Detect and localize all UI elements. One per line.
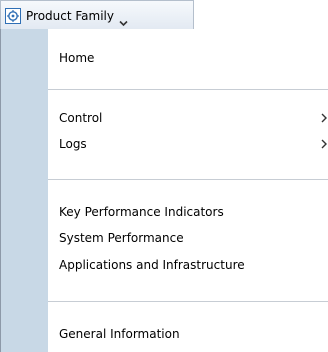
menu-item-label: System Performance xyxy=(59,231,184,245)
menu-item-label: Home xyxy=(59,51,95,65)
target-icon xyxy=(5,7,21,24)
menu-separator xyxy=(48,89,328,90)
menu-header-button[interactable]: Product Family xyxy=(0,0,194,30)
menu-item-label: Logs xyxy=(59,137,87,151)
menu-gutter xyxy=(1,29,48,352)
menu-item-system-performance[interactable]: System Performance xyxy=(48,225,328,251)
product-family-menu: Product Family Home Control Logs Key Per… xyxy=(0,0,328,352)
menu-item-applications-and-infrastructure[interactable]: Applications and Infrastructure xyxy=(48,252,328,278)
menu-item-logs[interactable]: Logs xyxy=(48,131,328,157)
chevron-down-icon xyxy=(119,12,128,27)
menu-item-home[interactable]: Home xyxy=(48,45,328,71)
menu-item-label: Key Performance Indicators xyxy=(59,205,224,219)
menu-item-label: Control xyxy=(59,111,103,125)
menu-header-label: Product Family xyxy=(26,8,114,23)
menu-item-label: General Information xyxy=(59,327,180,341)
menu-dropdown-panel: Home Control Logs Key Performance Indica… xyxy=(0,29,328,352)
menu-item-general-information[interactable]: General Information xyxy=(48,321,328,347)
menu-item-control[interactable]: Control xyxy=(48,105,328,131)
menu-separator xyxy=(48,179,328,180)
chevron-right-icon xyxy=(321,113,327,123)
menu-item-key-performance-indicators[interactable]: Key Performance Indicators xyxy=(48,199,328,225)
chevron-right-icon xyxy=(321,139,327,149)
menu-separator xyxy=(48,301,328,302)
menu-item-label: Applications and Infrastructure xyxy=(59,258,245,272)
